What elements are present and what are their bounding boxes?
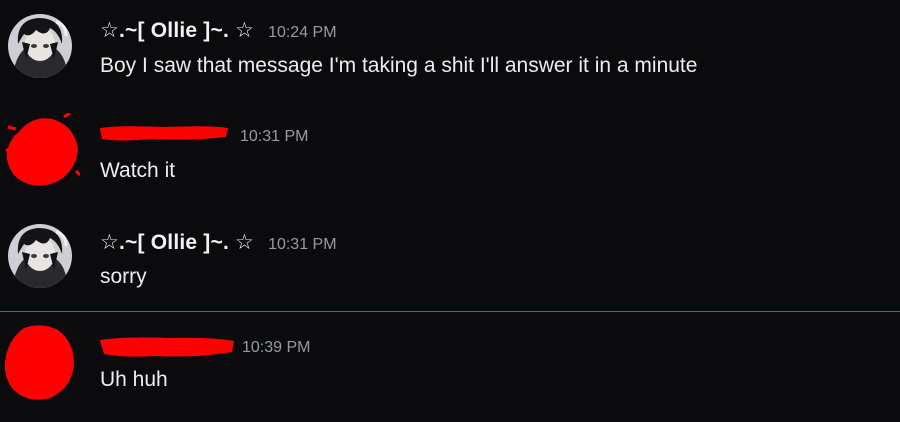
username[interactable]: ☆.~[ Ollie ]~. ☆ (100, 18, 254, 43)
new-messages-divider (0, 311, 900, 312)
message-text: Uh huh (100, 368, 168, 391)
redacted-username[interactable] (100, 125, 228, 143)
message-text: Boy I saw that message I'm taking a shit… (100, 54, 698, 77)
avatar[interactable] (8, 224, 72, 288)
avatar[interactable] (5, 113, 80, 186)
chat-message[interactable]: 10:31 PM Watch it (0, 105, 900, 205)
message-timestamp[interactable]: 10:31 PM (240, 128, 308, 146)
message-text: sorry (100, 265, 147, 288)
anime-avatar-icon (8, 224, 72, 288)
chat-message[interactable]: 10:39 PM Uh huh (0, 314, 900, 422)
red-scribble-avatar-icon (4, 325, 75, 400)
chat-log: ☆.~[ Ollie ]~. ☆ 10:24 PM Boy I saw that… (0, 0, 900, 422)
message-timestamp[interactable]: 10:31 PM (268, 236, 336, 254)
message-timestamp[interactable]: 10:39 PM (242, 339, 310, 357)
anime-avatar-icon (8, 14, 72, 78)
redacted-username[interactable] (100, 336, 234, 357)
message-text: Watch it (100, 159, 176, 182)
username[interactable]: ☆.~[ Ollie ]~. ☆ (100, 230, 254, 255)
avatar[interactable] (8, 14, 72, 78)
chat-message[interactable]: ☆.~[ Ollie ]~. ☆ 10:31 PM sorry (0, 210, 900, 310)
red-scribble-avatar-icon (5, 113, 80, 186)
message-timestamp[interactable]: 10:24 PM (268, 24, 336, 42)
chat-message[interactable]: ☆.~[ Ollie ]~. ☆ 10:24 PM Boy I saw that… (0, 0, 900, 100)
avatar[interactable] (4, 322, 75, 400)
